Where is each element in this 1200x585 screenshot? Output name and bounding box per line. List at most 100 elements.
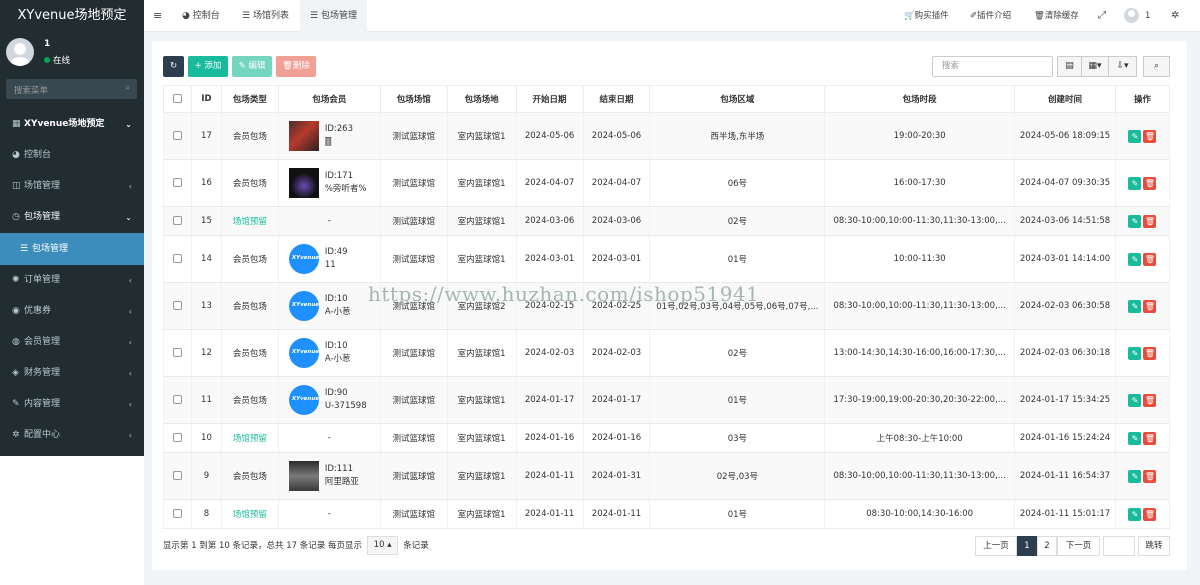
table-row[interactable]: 15 场馆预留 - 测试篮球馆 室内篮球馆1 2024-03-06 2024-03-06 02… <box>163 206 1171 236</box>
col-member[interactable]: 包场会员 <box>277 85 381 113</box>
prev-page-button[interactable]: 上一页 <box>975 536 1017 556</box>
row-delete-button[interactable]: 🗑 <box>1143 346 1157 360</box>
sidebar-item-members[interactable]: ◍ 会员管理 ‹ <box>0 327 144 358</box>
table-row[interactable]: 9 会员包场 ID:111 阿里路亚 测试篮球馆 室内篮球馆1 2024-01-11 2024… <box>163 452 1171 500</box>
row-edit-button[interactable]: ✎ <box>1128 431 1142 445</box>
cell-select[interactable] <box>163 159 192 207</box>
app-title[interactable]: XYvenue场地预定 <box>0 0 144 32</box>
delete-button[interactable]: 🗑删除 <box>276 56 316 77</box>
row-checkbox[interactable] <box>172 395 182 404</box>
next-page-button[interactable]: 下一页 <box>1057 536 1100 556</box>
row-delete-button[interactable]: 🗑 <box>1143 299 1157 313</box>
row-edit-button[interactable]: ✎ <box>1128 299 1142 313</box>
table-row[interactable]: 13会员包场ID:10A-小葱测试篮球馆室内篮球馆22024-02-152024… <box>163 282 1171 330</box>
refresh-button[interactable]: ↻ <box>163 56 184 77</box>
col-area[interactable]: 包场区域 <box>649 85 826 113</box>
sidebar-search-input[interactable]: 搜索菜单 ⌕ <box>6 79 137 99</box>
table-row[interactable]: 11会员包场ID:90U-371598测试篮球馆室内篮球馆12024-01-17… <box>163 376 1171 424</box>
row-delete-button[interactable]: 🗑 <box>1143 431 1157 445</box>
sidebar-item-dashboard[interactable]: ◕ 控制台 <box>0 140 144 171</box>
jump-button[interactable]: 跳转 <box>1138 536 1170 556</box>
row-edit-button[interactable]: ✎ <box>1128 507 1142 521</box>
row-checkbox[interactable] <box>172 216 182 225</box>
col-start[interactable]: 开始日期 <box>515 85 584 113</box>
row-edit-button[interactable]: ✎ <box>1128 469 1142 483</box>
row-checkbox[interactable] <box>172 509 182 518</box>
buy-plugin-link[interactable]: 🛒购买插件 <box>904 0 949 32</box>
row-delete-button[interactable]: 🗑 <box>1143 507 1157 521</box>
settings-icon[interactable]: ✲ <box>1171 0 1179 32</box>
row-checkbox[interactable] <box>172 254 182 263</box>
toggle-view-button[interactable]: ▤ <box>1057 56 1082 77</box>
jump-page-input[interactable] <box>1103 536 1135 556</box>
cell-select[interactable] <box>163 376 192 424</box>
sidebar-item-content[interactable]: ✎ 内容管理 ‹ <box>0 389 144 420</box>
page-2-button[interactable]: 2 <box>1037 536 1057 556</box>
row-edit-button[interactable]: ✎ <box>1128 214 1142 228</box>
sidebar-item-finance[interactable]: ◈ 财务管理 ‹ <box>0 358 144 389</box>
col-end[interactable]: 结束日期 <box>582 85 651 113</box>
sidebar-item-orders[interactable]: ✺ 订单管理 ‹ <box>0 265 144 296</box>
row-edit-button[interactable]: ✎ <box>1128 176 1142 190</box>
page-1-button[interactable]: 1 <box>1017 536 1037 556</box>
sidebar-item-xyvenue[interactable]: ▦ XYvenue场地预定 ⌄ <box>0 109 144 140</box>
plugin-intro-link[interactable]: ✐插件介绍 <box>970 0 1011 32</box>
table-row[interactable]: 16 会员包场 ID:171 %旁听者% 测试篮球馆 室内篮球馆1 2024-04-07 20… <box>163 159 1171 207</box>
cell-select[interactable] <box>163 235 192 283</box>
export-button[interactable]: ⇩▾ <box>1108 56 1137 77</box>
row-edit-button[interactable]: ✎ <box>1128 252 1142 266</box>
col-court[interactable]: 包场场地 <box>446 85 517 113</box>
row-checkbox[interactable] <box>172 178 182 187</box>
row-delete-button[interactable]: 🗑 <box>1143 176 1157 190</box>
table-row[interactable]: 8 场馆预留 - 测试篮球馆 室内篮球馆1 2024-01-11 2024-01-11 01号… <box>163 499 1171 529</box>
col-venue[interactable]: 包场场馆 <box>379 85 448 113</box>
search-icon[interactable]: ⌕ <box>125 83 130 93</box>
fullscreen-icon[interactable]: ⤢ <box>1098 0 1106 32</box>
cell-select[interactable] <box>163 499 192 529</box>
cell-select[interactable] <box>163 282 192 330</box>
row-checkbox[interactable] <box>172 131 182 140</box>
edit-button[interactable]: ✎ 编辑 <box>232 56 272 77</box>
cell-select[interactable] <box>163 112 192 160</box>
tab-booking[interactable]: ☰ 包场管理 <box>300 0 367 32</box>
table-row[interactable]: 12会员包场ID:10A-小葱测试篮球馆室内篮球馆12024-02-032024… <box>163 329 1171 377</box>
row-edit-button[interactable]: ✎ <box>1128 346 1142 360</box>
row-edit-button[interactable]: ✎ <box>1128 129 1142 143</box>
search-button[interactable]: ⌕ <box>1143 56 1170 77</box>
row-checkbox[interactable] <box>172 301 182 310</box>
clear-cache-link[interactable]: 🗑清除缓存 <box>1034 0 1079 32</box>
sidebar-item-coupons[interactable]: ◉ 优惠券 ‹ <box>0 296 144 327</box>
select-all-checkbox[interactable] <box>172 94 182 103</box>
row-edit-button[interactable]: ✎ <box>1128 393 1142 407</box>
col-slot[interactable]: 包场时段 <box>824 85 1016 113</box>
row-checkbox[interactable] <box>172 348 182 357</box>
sidebar-item-venues[interactable]: ◫ 场馆管理 ‹ <box>0 171 144 202</box>
row-delete-button[interactable]: 🗑 <box>1143 214 1157 228</box>
tab-dashboard[interactable]: ◕ 控制台 <box>182 0 220 32</box>
cell-select[interactable] <box>163 452 192 500</box>
table-row[interactable]: 10 场馆预留 - 测试篮球馆 室内篮球馆1 2024-01-16 2024-01-16 03… <box>163 423 1171 453</box>
tab-venues[interactable]: ☰ 场馆列表 <box>242 0 289 32</box>
sidebar-item-booking-group[interactable]: ◷ 包场管理 ⌄ <box>0 202 144 233</box>
table-search-input[interactable]: 搜索 <box>932 56 1053 77</box>
user-menu[interactable]: 1 <box>1124 0 1150 32</box>
add-button[interactable]: + 添加 <box>188 56 228 77</box>
cell-select[interactable] <box>163 423 192 453</box>
cell-select[interactable] <box>163 329 192 377</box>
page-size-select[interactable]: 10 ▴ <box>366 536 399 555</box>
col-type[interactable]: 包场类型 <box>220 85 279 113</box>
table-row[interactable]: 17 会员包场 ID:263 🀫 测试篮球馆 室内篮球馆1 2024-05-06 2024-0… <box>163 112 1171 160</box>
cell-select[interactable] <box>163 206 192 236</box>
sidebar-item-booking[interactable]: ☰ 包场管理 <box>0 233 144 265</box>
row-delete-button[interactable]: 🗑 <box>1143 393 1157 407</box>
col-created[interactable]: 创建时间 <box>1014 85 1116 113</box>
select-all-header[interactable] <box>163 85 192 113</box>
col-id[interactable]: ID <box>190 85 222 113</box>
columns-button[interactable]: ▦▾ <box>1081 56 1109 77</box>
table-row[interactable]: 14会员包场ID:4911测试篮球馆室内篮球馆12024-03-012024-0… <box>163 235 1171 283</box>
row-checkbox[interactable] <box>172 433 182 442</box>
row-delete-button[interactable]: 🗑 <box>1143 252 1157 266</box>
row-checkbox[interactable] <box>172 471 182 480</box>
row-delete-button[interactable]: 🗑 <box>1143 469 1157 483</box>
row-delete-button[interactable]: 🗑 <box>1143 129 1157 143</box>
